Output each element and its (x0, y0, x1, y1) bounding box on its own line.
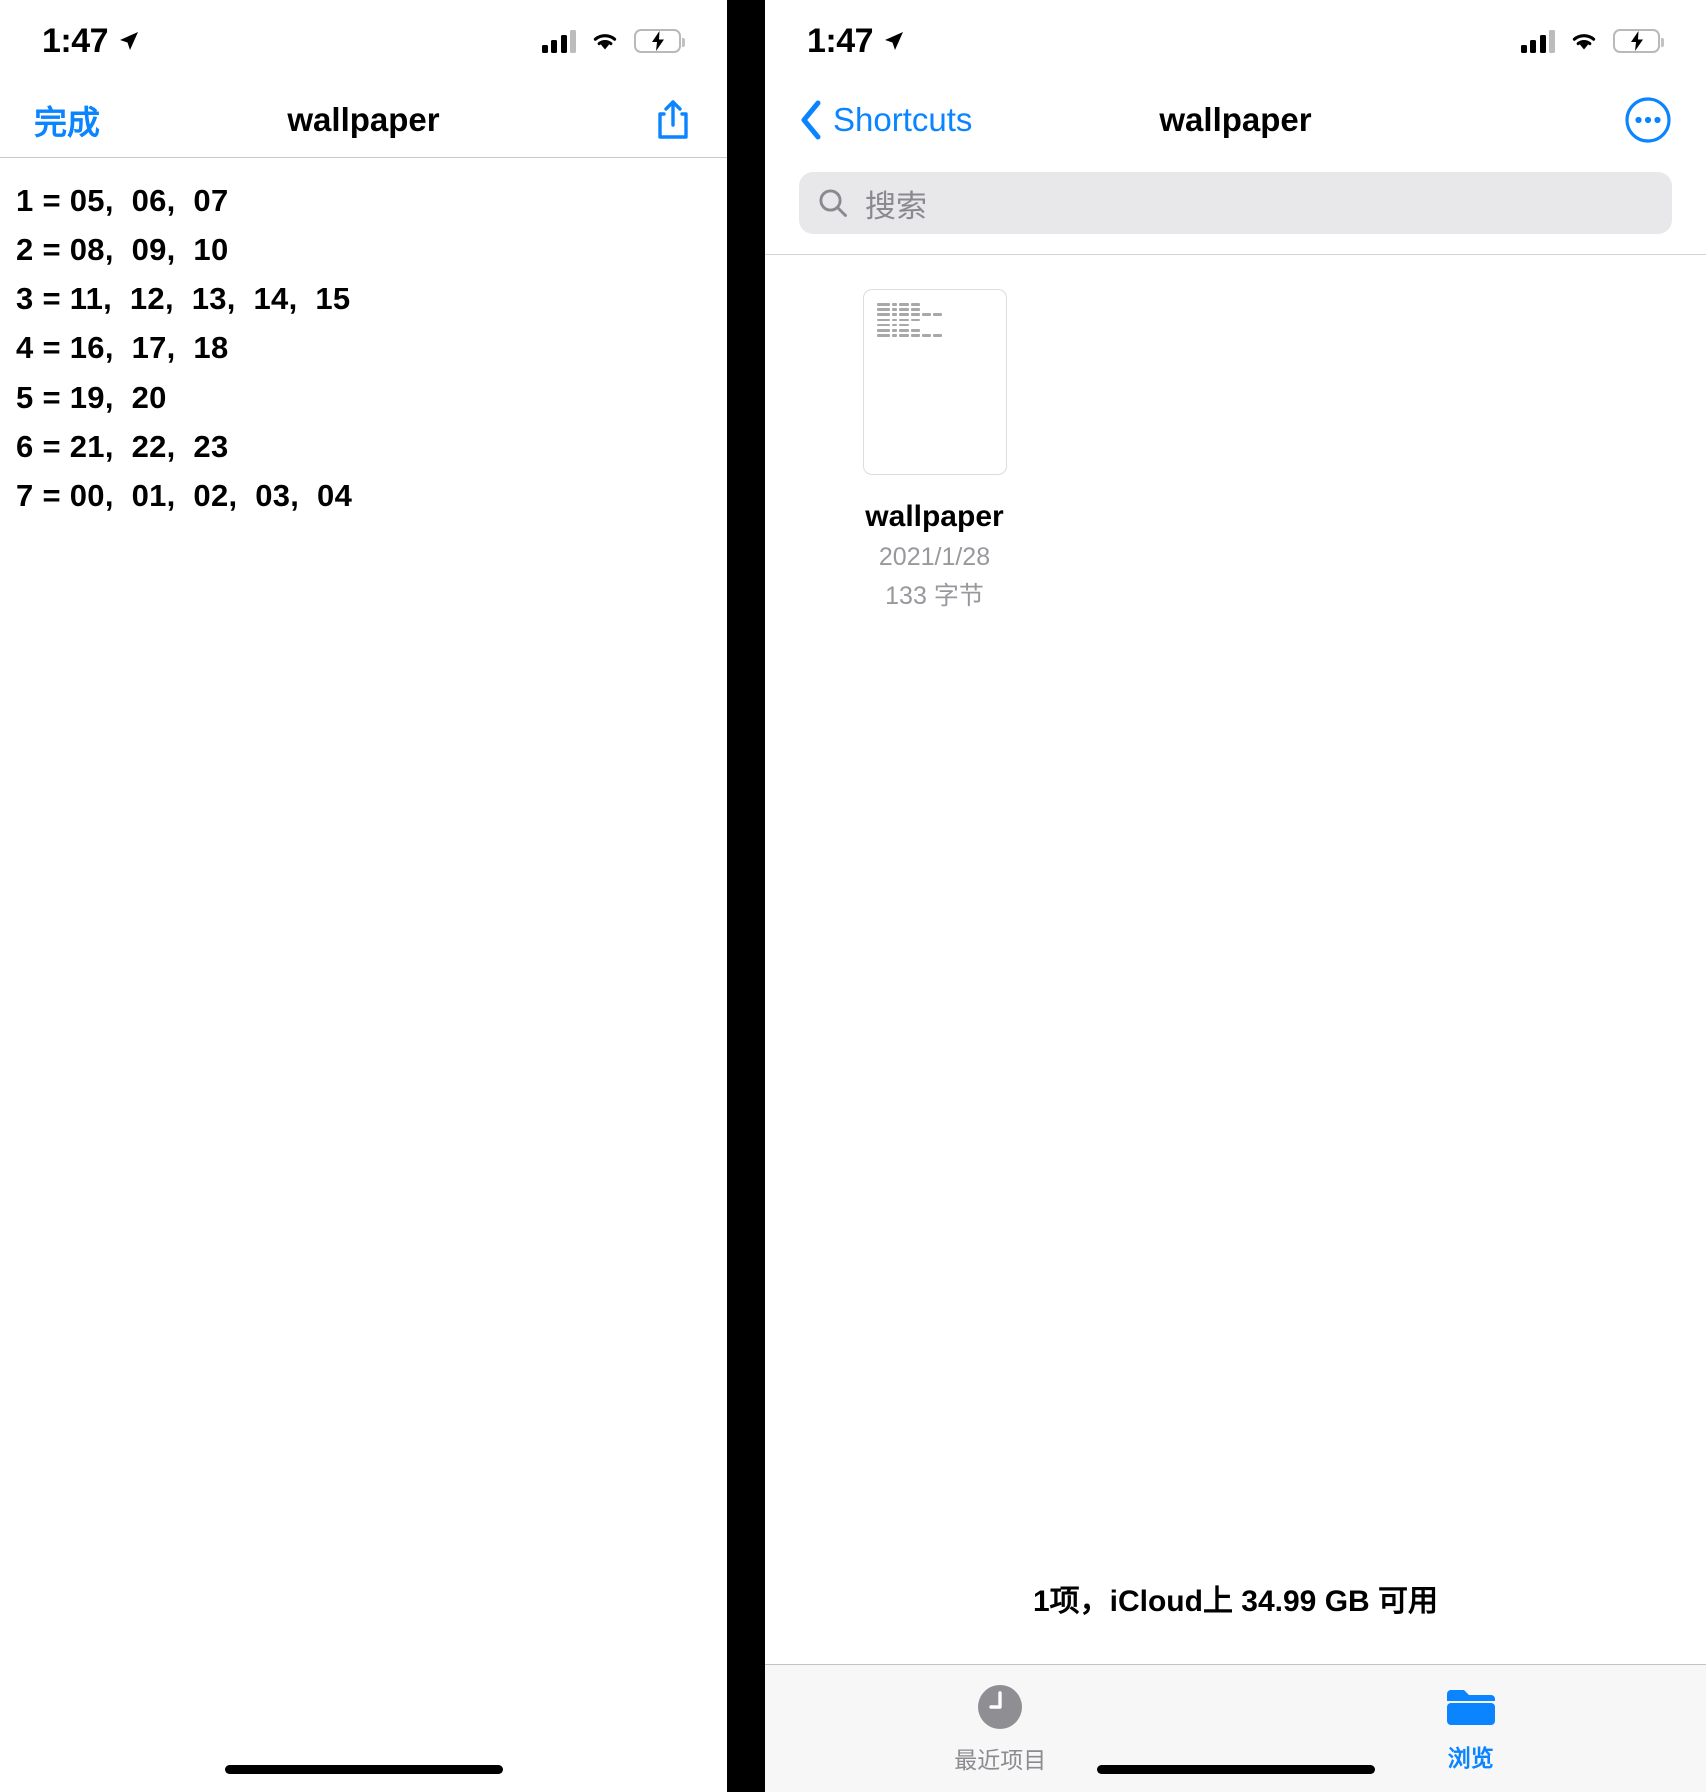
status-bar-time: 1:47 (807, 21, 874, 60)
search-input[interactable]: 搜索 (799, 172, 1672, 234)
document-line: 4 = 16, 17, 18 (16, 330, 229, 366)
battery-charging-icon (634, 29, 685, 53)
text-document-thumbnail (862, 289, 1007, 475)
screenshot-divider (727, 0, 765, 1792)
cellular-signal-icon (541, 29, 576, 53)
charging-bolt-icon (1630, 31, 1643, 51)
status-bar-indicators (1520, 29, 1664, 53)
document-line: 3 = 11, 12, 13, 14, 15 (16, 281, 351, 317)
tab-browse-label: 浏览 (1447, 1745, 1494, 1771)
chevron-left-icon (801, 100, 821, 140)
home-indicator (224, 1765, 503, 1774)
document-text-body: 1 = 05, 06, 07 2 = 08, 09, 10 3 = 11, 12… (0, 158, 727, 1792)
search-placeholder: 搜索 (865, 188, 927, 224)
file-item[interactable]: wallpaper 2021/1/28 133 字节 (817, 289, 1052, 614)
search-bar-container: 搜索 (765, 158, 1706, 254)
file-date: 2021/1/28 (878, 542, 991, 571)
folder-icon (1446, 1690, 1495, 1725)
clock-icon (978, 1685, 1023, 1729)
tab-recents-label: 最近项目 (954, 1747, 1047, 1773)
left-nav-bar: 完成 wallpaper (0, 82, 727, 158)
ellipsis-circle-icon[interactable] (1624, 96, 1672, 144)
document-line: 6 = 21, 22, 23 (16, 428, 229, 464)
back-button-label: Shortcuts (833, 101, 973, 138)
cellular-signal-icon (1520, 29, 1555, 53)
left-page-title: wallpaper (287, 100, 440, 138)
location-arrow-icon (120, 32, 139, 50)
share-icon[interactable] (653, 98, 693, 142)
file-name: wallpaper (865, 500, 1004, 533)
wifi-icon (593, 33, 617, 49)
battery-charging-icon (1613, 29, 1664, 53)
charging-bolt-icon (651, 31, 664, 51)
right-screen-files-app: 1:47 Shortcuts wallpaper 搜索 wallpaper 20… (765, 0, 1706, 1792)
document-line: 5 = 19, 20 (16, 379, 167, 415)
file-grid: wallpaper 2021/1/28 133 字节 (765, 255, 1706, 1576)
done-button[interactable]: 完成 (34, 96, 100, 144)
left-screen-quick-look: 1:47 完成 wallpaper 1 = 05, 06, 07 2 = 08,… (0, 0, 727, 1792)
right-status-bar: 1:47 (765, 0, 1706, 82)
status-bar-time: 1:47 (42, 21, 109, 60)
wifi-icon (1572, 33, 1596, 49)
file-size: 133 字节 (885, 581, 984, 610)
document-line: 2 = 08, 09, 10 (16, 232, 229, 268)
location-arrow-icon (885, 32, 904, 50)
document-line: 7 = 00, 01, 02, 03, 04 (16, 477, 353, 513)
search-icon (819, 189, 847, 217)
document-line: 1 = 05, 06, 07 (16, 183, 229, 218)
storage-status-text: 1项，iCloud上 34.99 GB 可用 (1032, 1585, 1439, 1618)
status-bar-time-group: 1:47 (807, 22, 906, 61)
status-bar-indicators (541, 29, 685, 53)
back-button[interactable]: Shortcuts (799, 99, 972, 141)
status-bar-time-group: 1:47 (42, 22, 141, 61)
right-nav-bar: Shortcuts wallpaper (765, 82, 1706, 158)
home-indicator (1096, 1765, 1375, 1774)
left-status-bar: 1:47 (0, 0, 727, 82)
